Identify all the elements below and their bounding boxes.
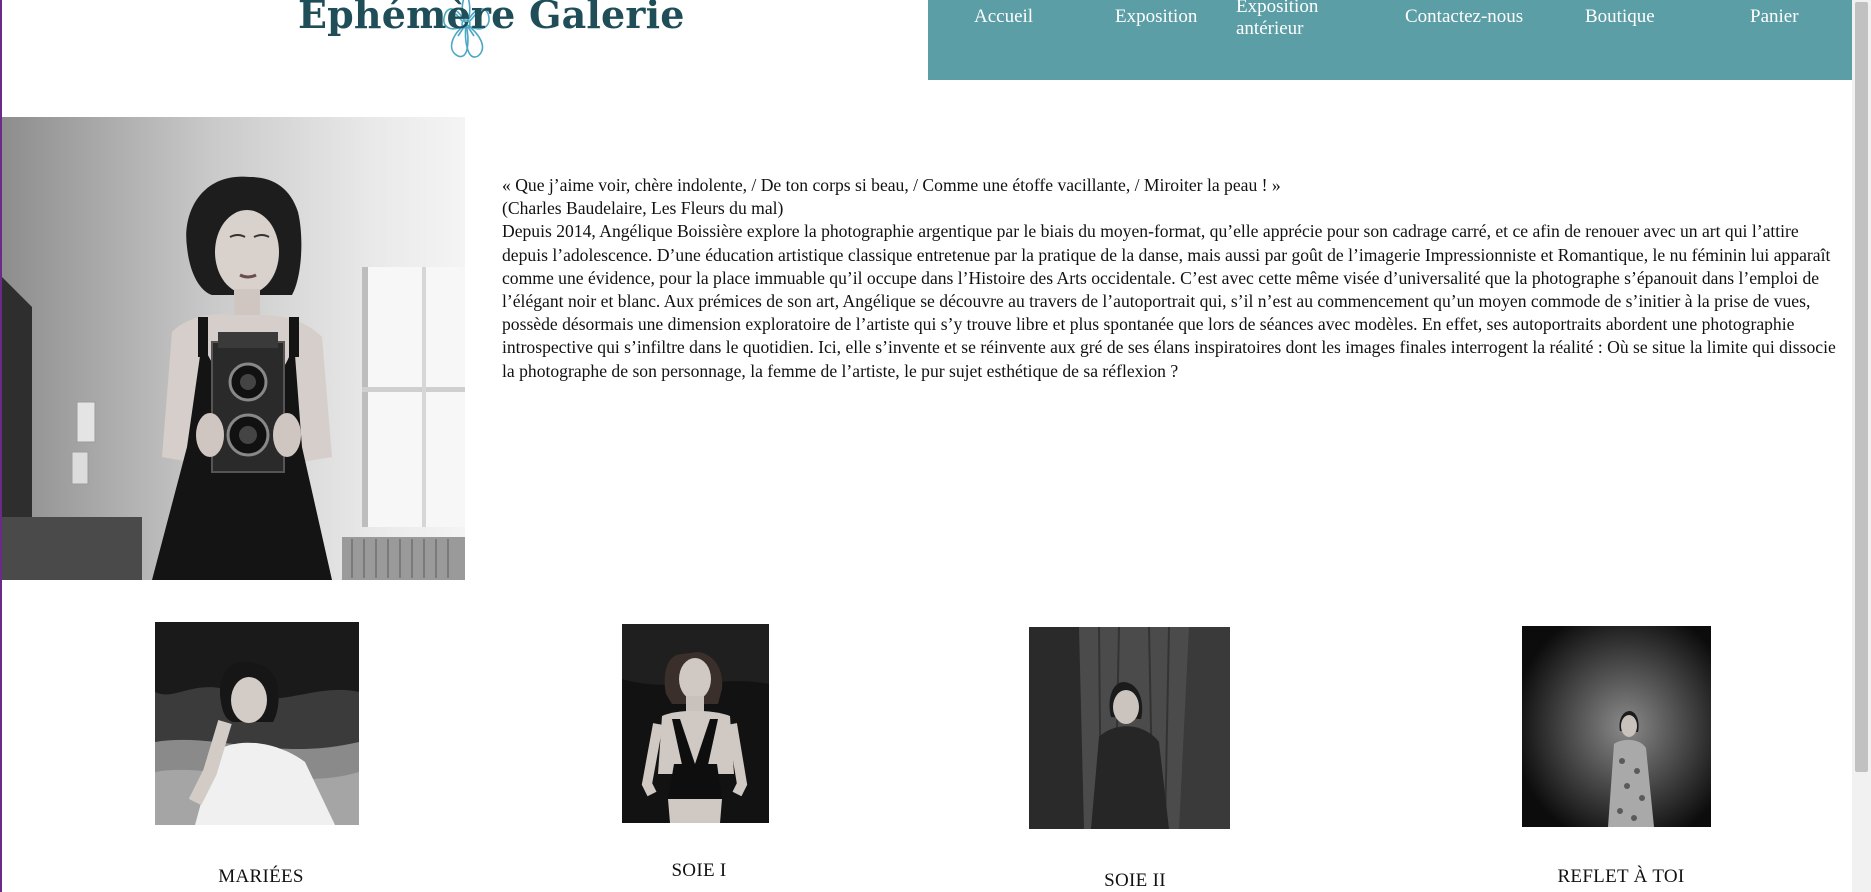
- main-nav: Accueil Exposition Exposition antérieur …: [928, 0, 1852, 80]
- scrollbar-thumb[interactable]: [1855, 2, 1868, 772]
- soie-ii-image: [1029, 627, 1230, 829]
- gallery-photo-soie-ii[interactable]: [1029, 627, 1230, 829]
- gallery-title-soie-ii[interactable]: SOIE II: [1005, 870, 1265, 892]
- logo-text: Ephémère Galerie: [298, 0, 685, 37]
- nav-item-label-line1: Exposition: [1236, 0, 1319, 17]
- soie-i-image: [622, 624, 769, 823]
- gallery-title-reflet-a-toi[interactable]: REFLET À TOI: [1491, 866, 1751, 888]
- artist-portrait-photo: [2, 117, 465, 580]
- quote-attribution: (Charles Baudelaire, Les Fleurs du mal): [502, 198, 784, 219]
- artist-intro-text: « Que j’aime voir, chère indolente, / De…: [502, 174, 1848, 383]
- nav-item-exposition-anterieur[interactable]: Exposition antérieur: [1236, 0, 1318, 40]
- gallery-photo-mariees[interactable]: [155, 622, 359, 825]
- artist-biography: Depuis 2014, Angélique Boissière explore…: [502, 221, 1836, 381]
- baudelaire-quote: « Que j’aime voir, chère indolente, / De…: [502, 175, 1281, 195]
- nav-item-contactez-nous[interactable]: Contactez-nous: [1405, 6, 1523, 28]
- vertical-scrollbar[interactable]: [1852, 0, 1871, 892]
- gallery-title-soie-i[interactable]: SOIE I: [569, 860, 829, 882]
- gallery-photo-reflet-a-toi[interactable]: [1522, 626, 1711, 827]
- gallery-title-mariees[interactable]: MARIÉES: [131, 866, 391, 888]
- nav-item-accueil[interactable]: Accueil: [974, 6, 1033, 28]
- nav-item-label-line2: antérieur: [1236, 18, 1304, 39]
- nav-item-boutique[interactable]: Boutique: [1585, 6, 1655, 28]
- artist-portrait-image: [2, 117, 465, 580]
- mariees-image: [155, 622, 359, 825]
- site-logo[interactable]: Ephémère Galerie: [298, 0, 684, 64]
- nav-item-panier[interactable]: Panier: [1750, 6, 1799, 28]
- nav-item-exposition[interactable]: Exposition: [1115, 6, 1197, 28]
- reflet-a-toi-image: [1522, 626, 1711, 827]
- gallery-photo-soie-i[interactable]: [622, 624, 769, 823]
